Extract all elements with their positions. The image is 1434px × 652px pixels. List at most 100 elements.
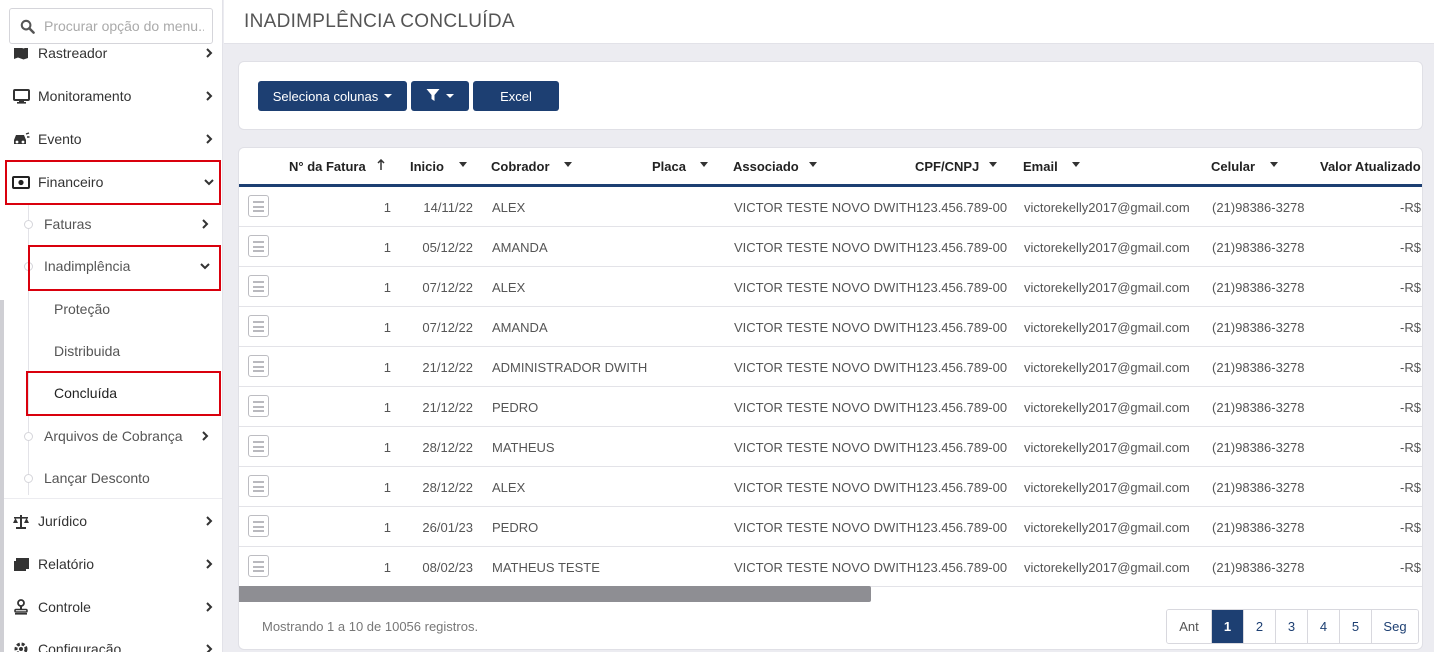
- sort-caret-icon[interactable]: [459, 162, 467, 167]
- menu-item-configuracao[interactable]: Configuração: [4, 628, 222, 652]
- cell-cpf: 123.456.789-00: [916, 200, 1008, 215]
- submenu-item-label: Distribuida: [54, 343, 121, 359]
- menu-item-controle[interactable]: Controle: [4, 586, 222, 628]
- table-header: N° da Fatura Inicio Cobrador Placa Assoc…: [239, 148, 1422, 187]
- cell-valor: -R$: [1400, 200, 1421, 215]
- sort-caret-icon[interactable]: [700, 162, 708, 167]
- filter-button[interactable]: [411, 81, 469, 111]
- cell-cobrador: AMANDA: [492, 320, 548, 335]
- cell-cpf: 123.456.789-00: [916, 560, 1008, 575]
- cell-cobrador: ADMINISTRADOR DWITH: [492, 360, 648, 375]
- menu-search-field[interactable]: [44, 18, 204, 34]
- cell-email: victorekelly2017@gmail.com: [1024, 520, 1190, 535]
- excel-button[interactable]: Excel: [473, 81, 559, 111]
- menu-item-juridico[interactable]: Jurídico: [4, 500, 222, 542]
- sort-caret-icon[interactable]: [1072, 162, 1080, 167]
- caret-down-icon: [384, 94, 393, 98]
- cell-email: victorekelly2017@gmail.com: [1024, 280, 1190, 295]
- sort-asc-icon[interactable]: [377, 158, 385, 174]
- col-cpf-header[interactable]: CPF/CNPJ: [915, 159, 979, 174]
- col-fatura-header[interactable]: N° da Fatura: [289, 159, 366, 174]
- cell-email: victorekelly2017@gmail.com: [1024, 200, 1190, 215]
- cell-cobrador: ALEX: [492, 280, 526, 295]
- divider: [4, 498, 222, 499]
- cell-cobrador: MATHEUS: [492, 440, 555, 455]
- cell-celular: (21)98386-3278: [1212, 240, 1305, 255]
- pagination-next[interactable]: Seg: [1372, 610, 1418, 643]
- table-row[interactable]: 1 07/12/22 AMANDA VICTOR TESTE NOVO DWITH 12…: [239, 307, 1422, 347]
- cell-associado: VICTOR TESTE NOVO DWITH: [734, 280, 917, 295]
- table-row[interactable]: 1 14/11/22 ALEX VICTOR TESTE NOVO DWITH 123.…: [239, 187, 1422, 227]
- col-valor-header[interactable]: Valor Atualizado: [1320, 159, 1421, 174]
- cell-celular: (21)98386-3278: [1212, 280, 1305, 295]
- col-inicio-header[interactable]: Inicio: [410, 159, 444, 174]
- table-row[interactable]: 1 21/12/22 ADMINISTRADOR DWITH VICTOR TESTE…: [239, 347, 1422, 387]
- cell-cpf: 123.456.789-00: [916, 440, 1008, 455]
- cell-fatura: 1: [383, 400, 391, 415]
- select-columns-button[interactable]: Seleciona colunas: [258, 81, 407, 111]
- submenu-item-distribuida[interactable]: Distribuida: [0, 330, 219, 372]
- chevron-right-icon: [195, 602, 222, 612]
- pagination-page-3[interactable]: 3: [1276, 610, 1308, 643]
- pagination-page-2[interactable]: 2: [1244, 610, 1276, 643]
- chevron-right-icon: [195, 134, 222, 144]
- cell-fatura: 1: [383, 320, 391, 335]
- cell-fatura: 1: [383, 480, 391, 495]
- sort-caret-icon[interactable]: [1270, 162, 1278, 167]
- submenu-item-arquivos-cobranca[interactable]: Arquivos de Cobrança: [0, 415, 219, 457]
- pagination-prev[interactable]: Ant: [1167, 610, 1212, 643]
- highlight-concluida: [26, 371, 221, 416]
- cell-fatura: 1: [383, 360, 391, 375]
- cell-fatura: 1: [383, 520, 391, 535]
- menu-item-relatorio[interactable]: Relatório: [4, 543, 222, 585]
- submenu-item-faturas[interactable]: Faturas: [0, 203, 219, 245]
- col-associado-header[interactable]: Associado: [733, 159, 799, 174]
- chevron-right-icon: [195, 559, 222, 569]
- table-row[interactable]: 1 28/12/22 MATHEUS VICTOR TESTE NOVO DWITH 1…: [239, 427, 1422, 467]
- cell-inicio: 28/12/22: [422, 440, 473, 455]
- table-row[interactable]: 1 21/12/22 PEDRO VICTOR TESTE NOVO DWITH 123…: [239, 387, 1422, 427]
- table-row[interactable]: 1 07/12/22 ALEX VICTOR TESTE NOVO DWITH 123.…: [239, 267, 1422, 307]
- col-email-header[interactable]: Email: [1023, 159, 1058, 174]
- cell-celular: (21)98386-3278: [1212, 520, 1305, 535]
- sort-caret-icon[interactable]: [564, 162, 572, 167]
- search-icon: [10, 19, 44, 34]
- cell-fatura: 1: [383, 440, 391, 455]
- table-row[interactable]: 1 08/02/23 MATHEUS TESTE VICTOR TESTE NOVO …: [239, 547, 1422, 587]
- chevron-right-icon: [195, 516, 222, 526]
- pagination-page-5[interactable]: 5: [1340, 610, 1372, 643]
- menu-item-evento[interactable]: Evento: [4, 118, 222, 160]
- col-placa-header[interactable]: Placa: [652, 159, 686, 174]
- cell-celular: (21)98386-3278: [1212, 440, 1305, 455]
- menu-item-monitoramento[interactable]: Monitoramento: [4, 75, 222, 117]
- table-row[interactable]: 1 05/12/22 AMANDA VICTOR TESTE NOVO DWITH 12…: [239, 227, 1422, 267]
- pagination-page-4[interactable]: 4: [1308, 610, 1340, 643]
- chevron-right-icon: [195, 644, 222, 652]
- cell-celular: (21)98386-3278: [1212, 320, 1305, 335]
- submenu-item-label: Faturas: [44, 216, 92, 232]
- cell-email: victorekelly2017@gmail.com: [1024, 560, 1190, 575]
- sidebar: Rastreador Monitoramento Evento: [0, 0, 223, 652]
- col-cobrador-header[interactable]: Cobrador: [491, 159, 550, 174]
- cell-cpf: 123.456.789-00: [916, 520, 1008, 535]
- sidebar-scrollbar[interactable]: [0, 300, 4, 652]
- cell-cpf: 123.456.789-00: [916, 240, 1008, 255]
- records-info: Mostrando 1 a 10 de 10056 registros.: [262, 619, 479, 634]
- col-celular-header[interactable]: Celular: [1211, 159, 1255, 174]
- sort-caret-icon[interactable]: [989, 162, 997, 167]
- chevron-right-icon: [191, 219, 219, 229]
- submenu-item-lancar-desconto[interactable]: Lançar Desconto: [0, 457, 219, 499]
- menu-item-label: Jurídico: [38, 513, 88, 529]
- menu-item-label: Relatório: [38, 556, 95, 572]
- horizontal-scrollbar[interactable]: [239, 586, 871, 602]
- cell-cobrador: PEDRO: [492, 520, 539, 535]
- sort-caret-icon[interactable]: [809, 162, 817, 167]
- table-row[interactable]: 1 28/12/22 ALEX VICTOR TESTE NOVO DWITH 123.…: [239, 467, 1422, 507]
- pagination-page-1[interactable]: 1: [1212, 610, 1244, 643]
- submenu-item-protecao[interactable]: Proteção: [0, 288, 219, 330]
- cell-celular: (21)98386-3278: [1212, 480, 1305, 495]
- cell-cobrador: PEDRO: [492, 400, 539, 415]
- excel-label: Excel: [500, 88, 532, 104]
- table-row[interactable]: 1 26/01/23 PEDRO VICTOR TESTE NOVO DWITH 123…: [239, 507, 1422, 547]
- stamp-icon: [4, 599, 38, 615]
